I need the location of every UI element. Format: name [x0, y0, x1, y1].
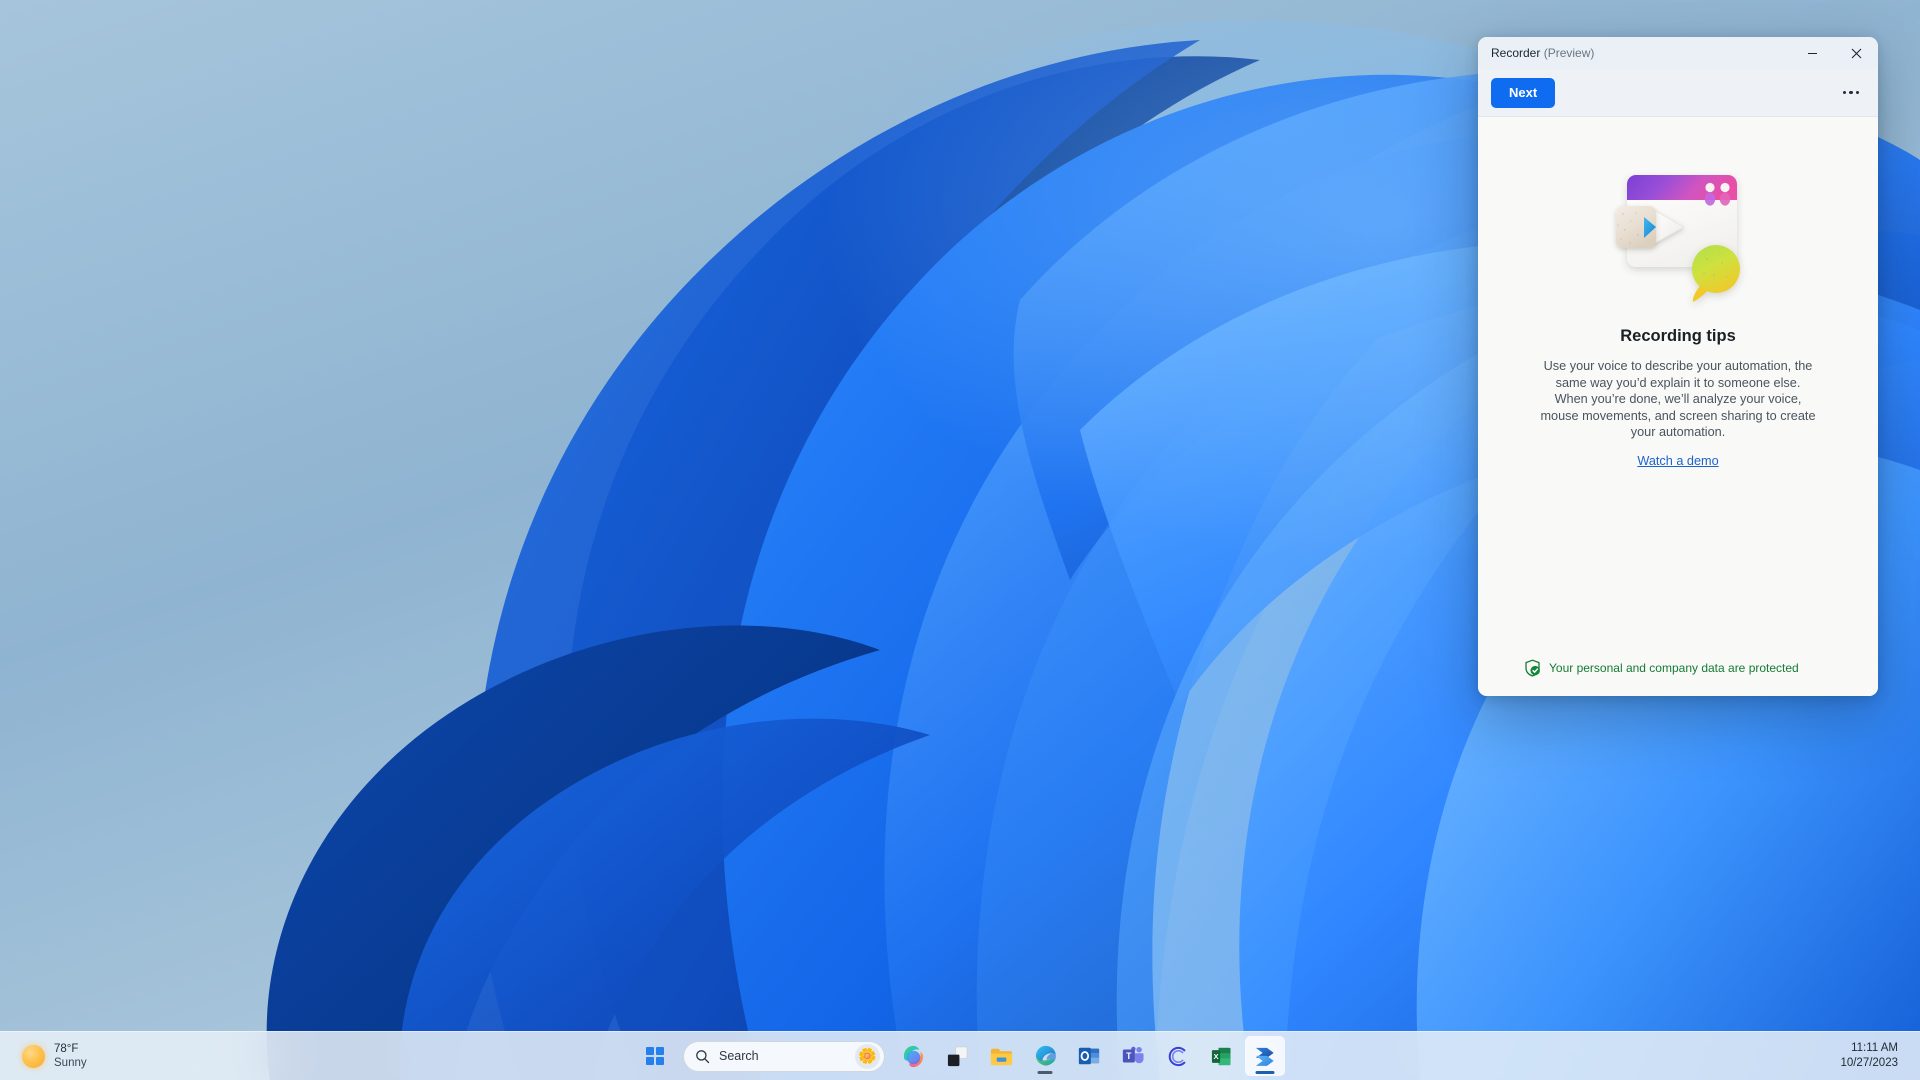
shield-check-icon: [1525, 659, 1540, 677]
ellipsis-icon: [1842, 90, 1847, 95]
window-caption-buttons: [1790, 37, 1878, 69]
power-automate-button[interactable]: [1245, 1036, 1285, 1076]
windows-logo-icon: [645, 1046, 665, 1066]
tips-body-text: Use your voice to describe your automati…: [1540, 359, 1816, 440]
search-icon: [696, 1049, 710, 1063]
taskbar-weather-widget[interactable]: 78°F Sunny: [14, 1039, 95, 1073]
outlook-icon: [1078, 1047, 1100, 1065]
copilot-button[interactable]: [893, 1036, 933, 1076]
close-button[interactable]: [1834, 37, 1878, 69]
window-title: Recorder (Preview): [1491, 46, 1594, 60]
svg-text:T: T: [1126, 1051, 1132, 1061]
widgets-button[interactable]: [937, 1036, 977, 1076]
lotus-flower-icon[interactable]: 🌼: [855, 1043, 880, 1069]
clock-time: 11:11 AM: [1851, 1042, 1898, 1054]
recording-tips-illustration: [1616, 175, 1740, 302]
minimize-button[interactable]: [1790, 37, 1834, 69]
power-automate-icon: [1255, 1047, 1274, 1066]
illustration-camera-body: [1616, 206, 1656, 248]
recorder-window[interactable]: Recorder (Preview) Next Recording tips U…: [1478, 37, 1878, 696]
taskbar: 78°F Sunny Search 🌼 T X 11:11 AM 10/27/2…: [0, 1031, 1920, 1080]
minimize-icon: [1807, 52, 1817, 54]
sun-icon: [22, 1044, 45, 1068]
power-automate-running-indicator: [1255, 1071, 1275, 1074]
search-placeholder: Search: [719, 1049, 759, 1063]
window-content: Recording tips Use your voice to describ…: [1478, 117, 1878, 696]
more-options-button[interactable]: [1836, 79, 1866, 107]
tips-heading: Recording tips: [1620, 327, 1736, 345]
taskbar-clock[interactable]: 11:11 AM 10/27/2023: [1834, 1038, 1904, 1074]
desktop: Recorder (Preview) Next Recording tips U…: [0, 0, 1920, 1080]
weather-condition: Sunny: [54, 1057, 87, 1069]
copilot-c-icon: [1168, 1046, 1185, 1066]
illustration-speech-bubble: [1692, 245, 1740, 302]
clock-date: 10/27/2023: [1840, 1057, 1898, 1069]
excel-button[interactable]: X: [1201, 1036, 1241, 1076]
teams-icon: T: [1122, 1046, 1144, 1064]
window-toolbar: Next: [1478, 69, 1878, 117]
edge-running-indicator: [1037, 1071, 1053, 1074]
copilot-icon: [903, 1045, 923, 1067]
close-icon: [1851, 48, 1861, 58]
privacy-footer: Your personal and company data are prote…: [1478, 640, 1878, 696]
svg-text:X: X: [1213, 1051, 1219, 1060]
file-explorer-button[interactable]: [981, 1036, 1021, 1076]
copilot-c-button[interactable]: [1157, 1036, 1197, 1076]
weather-text: 78°F Sunny: [54, 1042, 87, 1070]
edge-button[interactable]: [1025, 1036, 1065, 1076]
weather-temperature: 78°F: [54, 1043, 79, 1055]
edge-icon: [1035, 1045, 1056, 1066]
ellipsis-icon: [1855, 90, 1860, 95]
window-titlebar[interactable]: Recorder (Preview): [1478, 37, 1878, 69]
next-button[interactable]: Next: [1491, 77, 1556, 108]
teams-button[interactable]: T: [1113, 1036, 1153, 1076]
watch-demo-link[interactable]: Watch a demo: [1637, 454, 1718, 468]
privacy-text: Your personal and company data are prote…: [1549, 661, 1799, 675]
widgets-icon: [947, 1046, 967, 1066]
window-title-sub: (Preview): [1543, 46, 1595, 60]
outlook-button[interactable]: [1069, 1036, 1109, 1076]
ellipsis-icon: [1849, 90, 1853, 95]
start-button[interactable]: [635, 1036, 675, 1076]
search-input[interactable]: Search 🌼: [683, 1040, 885, 1072]
folder-icon: [990, 1048, 1012, 1065]
window-title-main: Recorder: [1491, 46, 1541, 60]
taskbar-center-cluster: Search 🌼 T X: [635, 1032, 1285, 1080]
excel-icon: X: [1211, 1047, 1231, 1065]
